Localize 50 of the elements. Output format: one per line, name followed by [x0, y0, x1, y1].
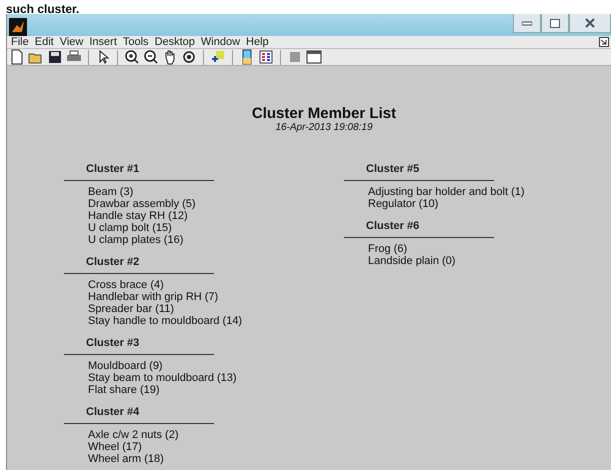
maximize-button[interactable]: [541, 14, 569, 33]
cluster-member: Stay beam to mouldboard (13): [88, 372, 237, 384]
data-cursor-icon[interactable]: [210, 49, 226, 65]
menu-item[interactable]: View: [60, 36, 84, 48]
menu-item[interactable]: Tools: [122, 36, 149, 48]
cluster-member: Flat share (19): [88, 384, 160, 396]
close-icon: [585, 18, 595, 28]
document-text: such cluster.: [6, 2, 80, 16]
cluster-heading: Cluster #6: [365, 220, 420, 232]
cluster-heading: Cluster #2: [85, 256, 140, 268]
cluster-member: U clamp bolt (15): [88, 222, 172, 234]
cluster-member: Mouldboard (9): [88, 360, 163, 372]
app-logo-icon: [9, 18, 27, 36]
cluster-member: Drawbar assembly (5): [88, 198, 196, 210]
menu-item[interactable]: File: [11, 36, 29, 48]
cluster-member: U clamp plates (16): [88, 234, 184, 246]
menu-item[interactable]: Help: [246, 36, 269, 48]
cluster-heading: Cluster #1: [85, 163, 140, 175]
minimize-icon: [522, 20, 532, 26]
cluster-member: Frog (6): [368, 243, 408, 255]
cluster-member: Wheel (17): [88, 441, 142, 453]
menu-item[interactable]: Insert: [89, 36, 117, 48]
cluster-heading: Cluster #3: [85, 337, 140, 349]
cluster-heading: Cluster #5: [365, 163, 420, 175]
dock-window-icon[interactable]: [306, 49, 322, 65]
maximize-icon: [550, 18, 560, 28]
menu-item[interactable]: Desktop: [154, 36, 195, 48]
cluster-member: Axle c/w 2 nuts (2): [88, 429, 178, 441]
cluster-member: Handlebar with grip RH (7): [88, 291, 218, 303]
figure-date: 16-Apr-2013 19:08:19: [275, 122, 373, 133]
figure-title: Cluster Member List: [252, 106, 396, 122]
dock-icon[interactable]: [599, 37, 609, 47]
zoom-out-icon[interactable]: [143, 49, 159, 65]
cluster-member: Cross brace (4): [88, 279, 164, 291]
close-button[interactable]: [569, 14, 611, 33]
cluster-member: Adjusting bar holder and bolt (1): [368, 186, 525, 198]
zoom-in-icon[interactable]: [124, 49, 140, 65]
cluster-member: Beam (3): [88, 186, 134, 198]
cluster-member: Wheel arm (18): [88, 453, 164, 465]
cluster-heading: Cluster #4: [85, 406, 140, 418]
save-icon[interactable]: [47, 49, 63, 65]
minimize-button[interactable]: [513, 14, 541, 33]
menu-item[interactable]: Window: [200, 36, 240, 48]
cluster-member: Landside plain (0): [368, 255, 456, 267]
cluster-member: Handle stay RH (12): [88, 210, 188, 222]
legend-icon[interactable]: [258, 49, 274, 65]
cluster-member: Stay handle to mouldboard (14): [88, 315, 242, 327]
cluster-member: Spreader bar (11): [88, 303, 174, 315]
menu-item[interactable]: Edit: [34, 36, 54, 48]
cluster-member: Regulator (10): [368, 198, 438, 210]
